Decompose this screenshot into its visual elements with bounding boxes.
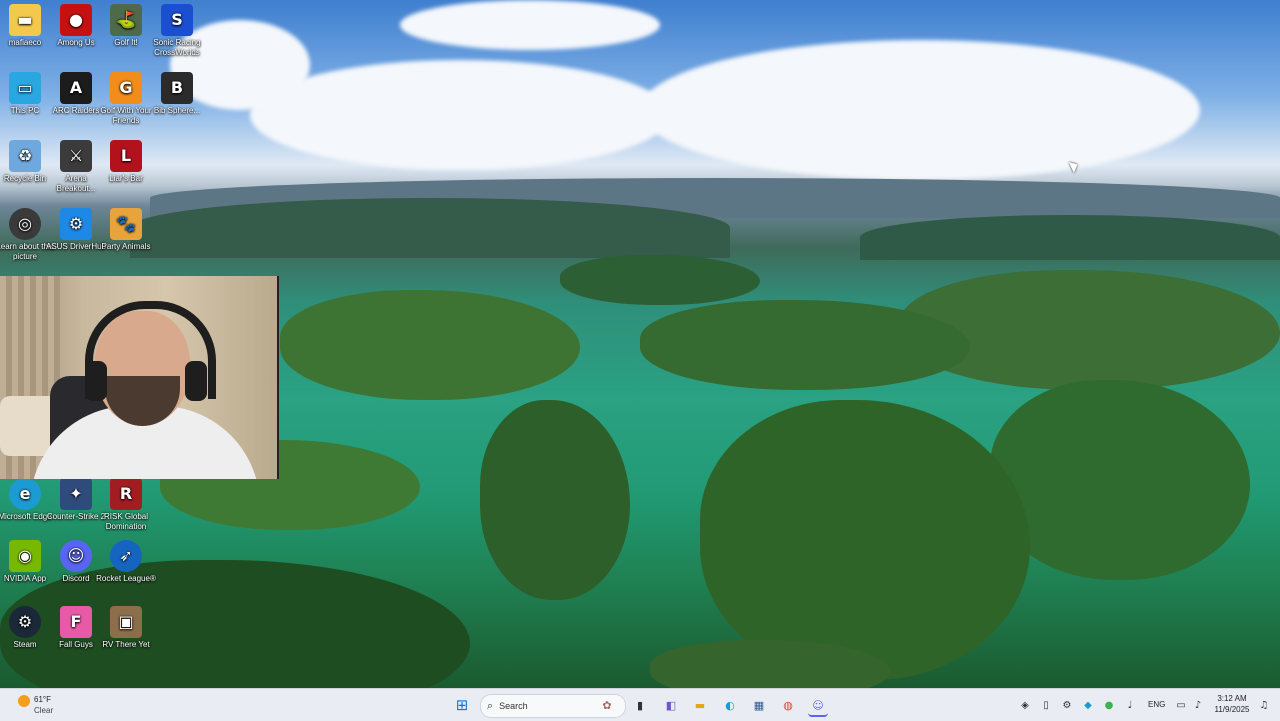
learn-picture-icon: ◎ xyxy=(9,208,41,240)
search-highlight-icon[interactable]: ✿ xyxy=(596,695,618,715)
headset-ear-left xyxy=(85,361,107,401)
among-us-icon: ● xyxy=(60,4,92,36)
store-icon: ▦ xyxy=(753,698,765,712)
network-icon[interactable]: ▭ xyxy=(1174,698,1188,712)
discord-icon: ☺ xyxy=(60,540,92,572)
rv-there-yet-icon: ▣ xyxy=(110,606,142,638)
desktop-icon-rocket-league[interactable]: ➶ Rocket League® xyxy=(95,540,157,584)
search-icon: ⌕ xyxy=(487,699,494,712)
island xyxy=(480,400,630,600)
search-placeholder: Search xyxy=(499,701,528,711)
folder-icon: ▬ xyxy=(9,4,41,36)
weather-widget[interactable]: 61°F Clear xyxy=(12,693,72,717)
webcam-overlay xyxy=(0,276,279,479)
counter-strike-icon: ✦ xyxy=(60,478,92,510)
cloud xyxy=(250,60,670,170)
language-indicator[interactable]: ENG xyxy=(1148,700,1165,709)
hills xyxy=(860,215,1280,260)
arena-breakout-icon: ⚔ xyxy=(60,140,92,172)
taskbar-edge[interactable]: ◐ xyxy=(720,695,740,715)
taskbar-discord[interactable]: ☺ xyxy=(808,695,828,717)
volume-icon[interactable]: ♪ xyxy=(1191,698,1205,712)
cloud xyxy=(640,40,1200,180)
taskbar-file-explorer[interactable]: ▬ xyxy=(690,695,710,715)
clock-time: 3:12 AM xyxy=(1217,694,1247,703)
microphone-icon[interactable]: ♩ xyxy=(1123,698,1137,712)
discord-icon: ☺ xyxy=(812,698,824,712)
desktop-icon-liars-bar[interactable]: L Liar's Bar xyxy=(95,140,157,184)
weather-temperature: 61°F xyxy=(34,695,51,704)
task-view-icon: ▮ xyxy=(636,698,644,712)
monitor-icon: ▭ xyxy=(9,72,41,104)
usb-icon[interactable]: ▯ xyxy=(1039,698,1053,712)
sonic-icon: S xyxy=(161,4,193,36)
game-icon: B xyxy=(161,72,193,104)
task-view-button[interactable]: ▮ xyxy=(630,695,650,715)
weather-condition: Clear xyxy=(34,706,54,715)
desktop-icon-bib-sphere[interactable]: B Bib Sphere... xyxy=(146,72,208,116)
edge-icon: ◐ xyxy=(725,698,735,712)
asus-icon: ⚙ xyxy=(60,208,92,240)
headset-ear-right xyxy=(185,361,207,401)
island xyxy=(560,255,760,305)
windows-icon: ⊞ xyxy=(455,696,469,714)
nvidia-icon: ◉ xyxy=(9,540,41,572)
desktop-icon-label: RV There Yet xyxy=(102,640,150,649)
fall-guys-icon: F xyxy=(60,606,92,638)
weather-sun-icon xyxy=(18,695,30,707)
cloud xyxy=(400,0,660,50)
app-tray-icon[interactable]: ◆ xyxy=(1081,698,1095,712)
taskbar: 61°F Clear ⊞ ⌕ Search ✿ ▮ ◧ ▬ ◐ ▦ ◍ ☺ ◈ … xyxy=(0,688,1280,721)
edge-icon: e xyxy=(9,478,41,510)
golf-friends-icon: G xyxy=(110,72,142,104)
desktop-icon-label: Party Animals xyxy=(101,242,151,251)
taskbar-chrome[interactable]: ◍ xyxy=(778,695,798,715)
desktop-icon-risk-global-domination[interactable]: R RISK Global Domination xyxy=(95,478,157,532)
desktop-icon-label: Liar's Bar xyxy=(109,174,143,183)
desktop-icon-party-animals[interactable]: 🐾 Party Animals xyxy=(95,208,157,252)
rocket-league-icon: ➶ xyxy=(110,540,142,572)
chrome-icon: ◍ xyxy=(783,698,793,712)
widgets-icon: ◧ xyxy=(665,698,677,712)
network-shield-icon[interactable]: ◈ xyxy=(1018,698,1032,712)
island xyxy=(280,290,580,400)
steam-tray-icon[interactable]: ⚙ xyxy=(1060,698,1074,712)
desktop-icon-label: RISK Global Domination xyxy=(103,512,149,531)
recycle-bin-icon: ♻ xyxy=(9,140,41,172)
hills xyxy=(130,198,730,258)
system-clock[interactable]: 3:12 AM 11/9/2025 xyxy=(1210,693,1254,715)
file-explorer-icon: ▬ xyxy=(694,698,706,712)
arc-raiders-icon: A xyxy=(60,72,92,104)
notification-bell-icon[interactable]: ♫ xyxy=(1257,698,1271,712)
start-button[interactable]: ⊞ xyxy=(452,695,472,715)
desktop-icon-label: Sonic Racing CrossWorlds xyxy=(153,38,201,57)
party-animals-icon: 🐾 xyxy=(110,208,142,240)
clock-date: 11/9/2025 xyxy=(1214,705,1250,714)
taskbar-store[interactable]: ▦ xyxy=(749,695,769,715)
widgets-button[interactable]: ◧ xyxy=(661,695,681,715)
golf-it-icon: ⛳ xyxy=(110,4,142,36)
island xyxy=(700,400,1030,680)
liars-bar-icon: L xyxy=(110,140,142,172)
desktop-icon-rv-there-yet[interactable]: ▣ RV There Yet xyxy=(95,606,157,650)
desktop-icon-label: Rocket League® xyxy=(96,574,156,583)
desktop-icon-label: Bib Sphere... xyxy=(153,106,201,115)
status-dot-icon[interactable]: ● xyxy=(1102,698,1116,712)
island xyxy=(640,300,970,390)
risk-icon: R xyxy=(110,478,142,510)
steam-icon: ⚙ xyxy=(9,606,41,638)
desktop-icon-sonic-racing[interactable]: S Sonic Racing CrossWorlds xyxy=(146,4,208,58)
